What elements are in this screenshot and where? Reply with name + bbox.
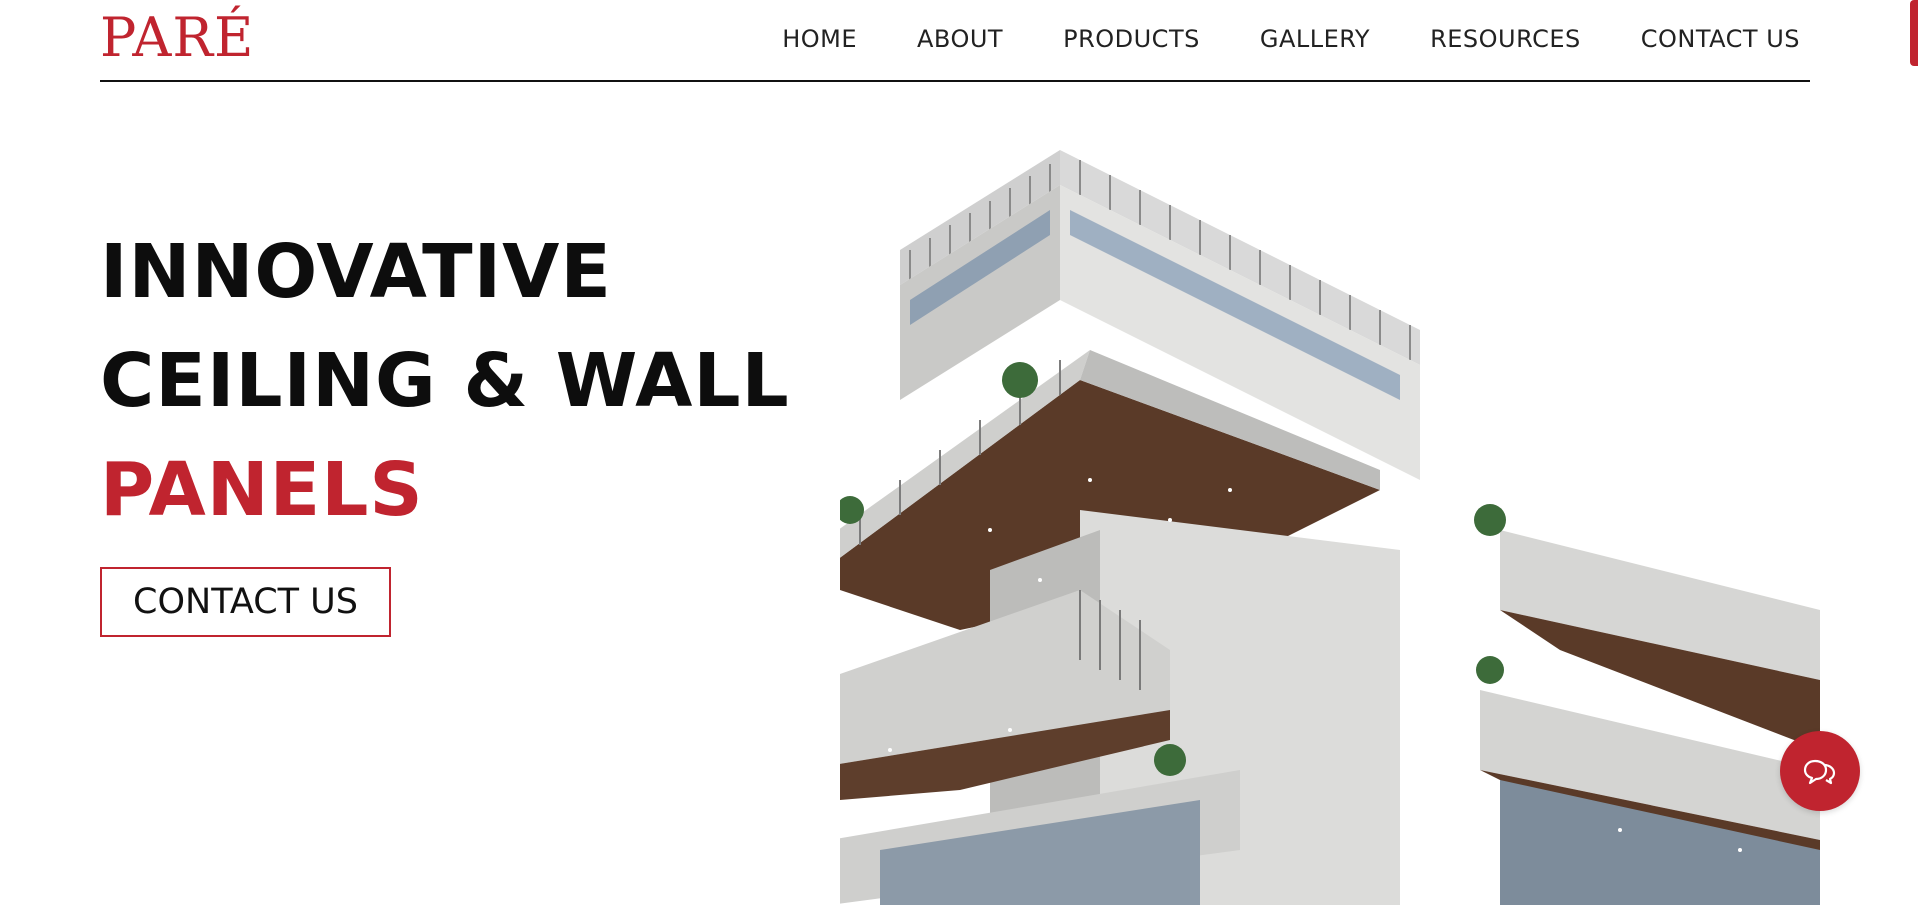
chat-bubble-icon (1803, 759, 1836, 785)
hero-title-line-1: INNOVATIVE (100, 229, 612, 315)
hero-title: INNOVATIVE CEILING & WALL PANELS (100, 218, 790, 545)
nav-item-about[interactable]: ABOUT (917, 22, 1003, 56)
page: PARÉ HOME ABOUT PRODUCTS GALLERY RESOURC… (0, 0, 1918, 905)
hero-title-line-2: CEILING & WALL (100, 338, 790, 424)
contact-us-button[interactable]: CONTACT US (100, 567, 391, 637)
nav-item-products[interactable]: PRODUCTS (1063, 22, 1200, 56)
chat-button[interactable] (1780, 731, 1860, 811)
site-header: PARÉ HOME ABOUT PRODUCTS GALLERY RESOURC… (100, 0, 1810, 82)
hero-title-line-3: PANELS (100, 447, 424, 533)
logo[interactable]: PARÉ (100, 8, 254, 68)
nav-item-gallery[interactable]: GALLERY (1260, 22, 1370, 56)
building-image (840, 150, 1820, 905)
scroll-indicator[interactable] (1910, 0, 1918, 66)
nav-item-home[interactable]: HOME (782, 22, 857, 56)
nav-item-contact[interactable]: CONTACT US (1641, 22, 1800, 56)
main-nav: HOME ABOUT PRODUCTS GALLERY RESOURCES CO… (722, 22, 1800, 56)
nav-item-resources[interactable]: RESOURCES (1430, 22, 1581, 56)
